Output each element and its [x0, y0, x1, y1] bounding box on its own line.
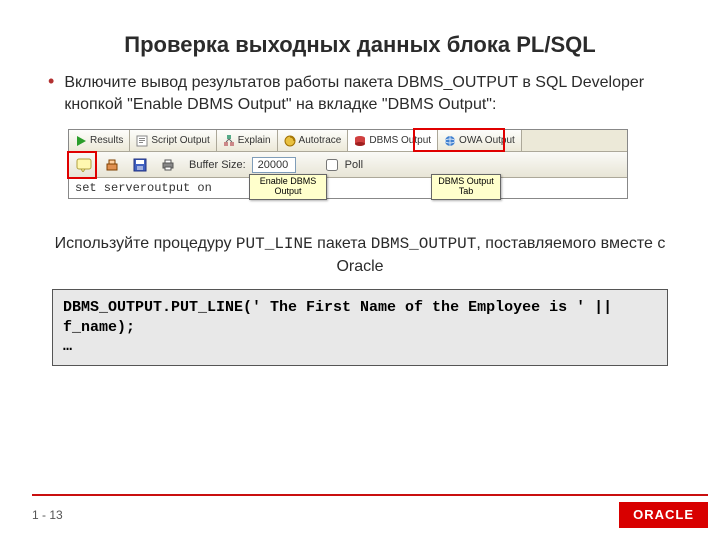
play-icon	[75, 135, 87, 147]
page-title: Проверка выходных данных блока PL/SQL	[48, 32, 672, 58]
tab-owa-output[interactable]: OWA Output	[438, 130, 522, 151]
tab-results[interactable]: Results	[69, 130, 130, 151]
script-icon	[136, 135, 148, 147]
sqldev-toolbar: Results Script Output Explain Autotrace	[68, 129, 628, 199]
bullet-text: Включите вывод результатов работы пакета…	[64, 72, 672, 115]
clear-button[interactable]	[101, 155, 123, 175]
text: пакета	[313, 235, 371, 252]
tab-row: Results Script Output Explain Autotrace	[69, 130, 627, 152]
code-inline: DBMS_OUTPUT	[371, 235, 477, 253]
button-row: Buffer Size: 20000 Poll	[69, 152, 627, 178]
poll-checkbox[interactable]	[326, 159, 338, 171]
tab-dbms-output[interactable]: DBMS Output	[348, 130, 438, 151]
bullet-dot: •	[48, 72, 54, 115]
buffer-size-label: Buffer Size:	[189, 159, 246, 171]
print-button[interactable]	[157, 155, 179, 175]
enable-output-button[interactable]	[73, 155, 95, 175]
text: Используйте процедуру	[55, 235, 236, 252]
tab-autotrace[interactable]: Autotrace	[278, 130, 349, 151]
tab-label: Explain	[238, 135, 271, 146]
code-inline: PUT_LINE	[236, 235, 313, 253]
autotrace-icon	[284, 135, 296, 147]
tab-label: Autotrace	[299, 135, 342, 146]
code-block: DBMS_OUTPUT.PUT_LINE(' The First Name of…	[52, 289, 668, 366]
tab-label: OWA Output	[459, 135, 515, 146]
buffer-size-field[interactable]: 20000	[252, 157, 296, 173]
save-button[interactable]	[129, 155, 151, 175]
command-line: set serveroutput on	[69, 178, 627, 198]
bullet-item: • Включите вывод результатов работы паке…	[48, 72, 672, 115]
paragraph-2: Используйте процедуру PUT_LINE пакета DB…	[48, 233, 672, 277]
tab-script-output[interactable]: Script Output	[130, 130, 216, 151]
page-number: 1 - 13	[32, 508, 63, 522]
footer: 1 - 13 ORACLE	[0, 494, 720, 540]
tab-label: Script Output	[151, 135, 209, 146]
callout-enable: Enable DBMS Output	[249, 174, 327, 200]
owa-icon	[444, 135, 456, 147]
poll-label: Poll	[345, 159, 363, 171]
poll-control: Poll	[322, 156, 363, 174]
tab-explain[interactable]: Explain	[217, 130, 278, 151]
dbms-icon	[354, 135, 366, 147]
tab-label: DBMS Output	[369, 135, 431, 146]
tab-label: Results	[90, 135, 123, 146]
explain-icon	[223, 135, 235, 147]
oracle-logo: ORACLE	[619, 502, 708, 528]
callout-dbms-tab: DBMS Output Tab	[431, 174, 501, 200]
